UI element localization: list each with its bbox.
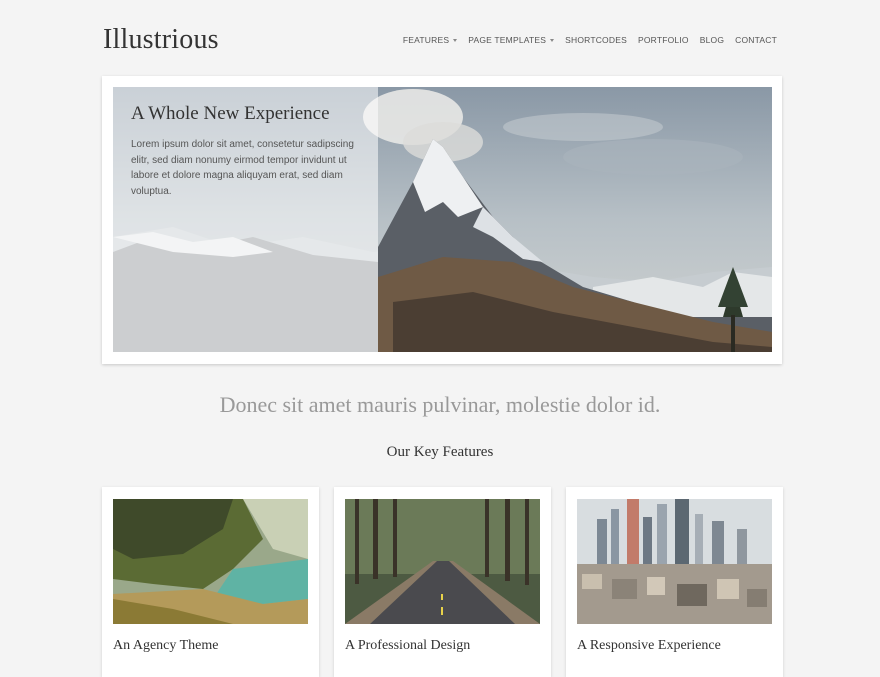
nav-label: CONTACT bbox=[735, 35, 777, 45]
feature-card-image bbox=[113, 499, 308, 624]
site-title[interactable]: Illustrious bbox=[103, 24, 219, 56]
nav-item-shortcodes[interactable]: SHORTCODES bbox=[565, 35, 627, 45]
feature-card[interactable]: An Agency Theme bbox=[102, 487, 319, 677]
nav-label: PAGE TEMPLATES bbox=[468, 35, 547, 45]
nav-item-page-templates[interactable]: PAGE TEMPLATES bbox=[468, 35, 555, 45]
caret-down-icon bbox=[550, 38, 555, 42]
hero-image: A Whole New Experience Lorem ipsum dolor… bbox=[113, 87, 772, 352]
nav-label: PORTFOLIO bbox=[637, 35, 689, 45]
feature-card-title[interactable]: A Professional Design bbox=[345, 638, 470, 654]
features-heading: Our Key Features bbox=[386, 444, 494, 460]
forest-road-image bbox=[345, 499, 540, 624]
hero-slider: A Whole New Experience Lorem ipsum dolor… bbox=[102, 76, 782, 364]
hero-text: Lorem ipsum dolor sit amet, consetetur s… bbox=[131, 139, 354, 197]
nav-label: BLOG bbox=[699, 35, 725, 45]
main-nav: FEATURES PAGE TEMPLATES SHORTCODES PORTF… bbox=[403, 35, 777, 45]
feature-card[interactable]: A Professional Design bbox=[334, 487, 551, 677]
feature-card-title[interactable]: An Agency Theme bbox=[113, 638, 219, 654]
tagline: Donec sit amet mauris pulvinar, molestie… bbox=[219, 392, 661, 417]
nav-label: FEATURES bbox=[402, 35, 450, 45]
nav-label: SHORTCODES bbox=[565, 35, 627, 45]
feature-card-title[interactable]: A Responsive Experience bbox=[577, 638, 721, 654]
city-skyline-image bbox=[577, 499, 772, 624]
nav-item-blog[interactable]: BLOG bbox=[700, 35, 724, 45]
feature-card-image bbox=[345, 499, 540, 624]
nav-item-features[interactable]: FEATURES bbox=[402, 35, 458, 45]
hero-caption-overlay: A Whole New Experience Lorem ipsum dolor… bbox=[113, 87, 378, 352]
nav-item-contact[interactable]: CONTACT bbox=[735, 35, 777, 45]
feature-card[interactable]: A Responsive Experience bbox=[566, 487, 783, 677]
nav-item-portfolio[interactable]: PORTFOLIO bbox=[638, 35, 689, 45]
caret-down-icon bbox=[453, 38, 458, 42]
feature-card-image bbox=[577, 499, 772, 624]
hero-heading: A Whole New Experience bbox=[131, 103, 330, 124]
coastline-image bbox=[113, 499, 308, 624]
